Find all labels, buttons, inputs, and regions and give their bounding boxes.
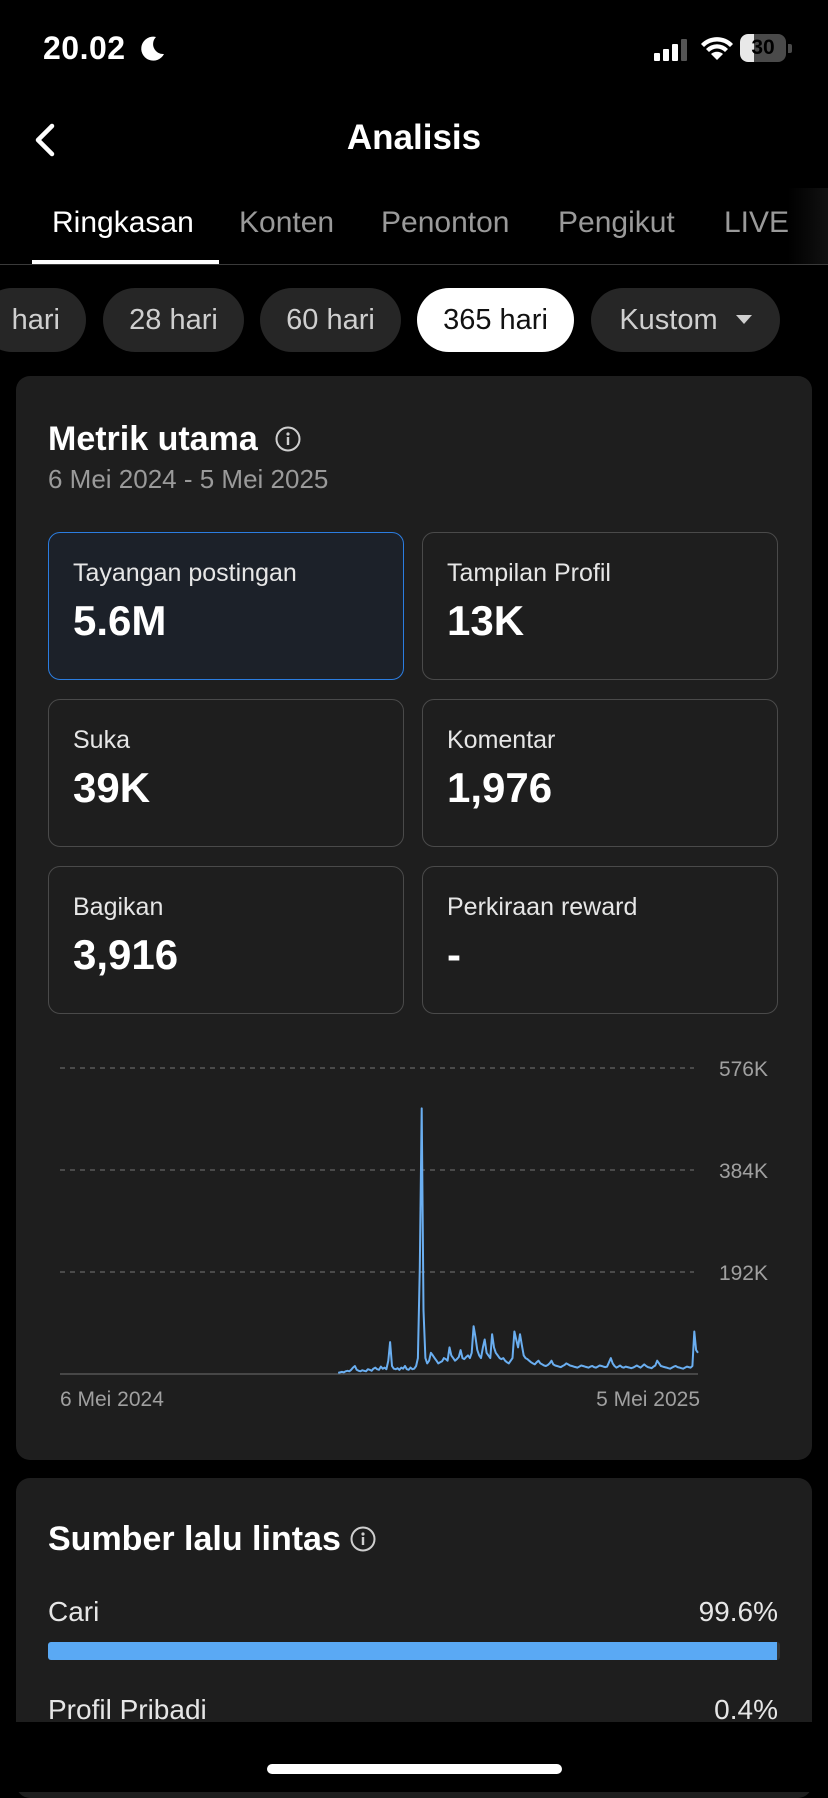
chart-series-line bbox=[337, 1107, 699, 1374]
wifi-icon bbox=[701, 37, 733, 60]
tab-live[interactable]: LIVE bbox=[724, 206, 789, 240]
status-bar: 20.02 30 bbox=[0, 0, 828, 100]
moon-icon bbox=[141, 36, 164, 61]
chip-7-hari[interactable]: hari bbox=[0, 288, 86, 352]
cellular-signal-icon bbox=[654, 39, 687, 61]
chip-60-hari[interactable]: 60 hari bbox=[260, 288, 401, 352]
chip-28-hari[interactable]: 28 hari bbox=[103, 288, 244, 352]
y-axis-tick-label: 192K bbox=[719, 1262, 768, 1285]
traffic-source-label: Cari bbox=[48, 1596, 100, 1627]
y-axis-tick-label: 576K bbox=[719, 1058, 768, 1081]
tab-pengikut[interactable]: Pengikut bbox=[558, 206, 675, 240]
tab-ringkasan[interactable]: Ringkasan bbox=[52, 206, 194, 240]
battery-icon: 30 bbox=[740, 34, 792, 64]
battery-level-text: 30 bbox=[751, 36, 775, 59]
chip-365-hari[interactable]: 365 hari bbox=[417, 288, 574, 352]
page-title: Analisis bbox=[346, 118, 482, 157]
traffic-source-bar-fill bbox=[48, 1642, 778, 1660]
tab-konten[interactable]: Konten bbox=[239, 206, 334, 240]
home-indicator[interactable] bbox=[267, 1764, 562, 1774]
status-time: 20.02 bbox=[43, 30, 126, 66]
info-icon[interactable] bbox=[350, 1526, 376, 1552]
active-tab-indicator bbox=[32, 260, 219, 264]
date-range-chips: hari 28 hari 60 hari 365 hari Kustom bbox=[0, 288, 828, 354]
traffic-source-percent: 99.6% bbox=[698, 1596, 778, 1627]
tab-bar: Ringkasan Konten Penonton Pengikut LIVE bbox=[0, 188, 828, 265]
tab-penonton[interactable]: Penonton bbox=[381, 206, 509, 240]
traffic-source-bar bbox=[48, 1642, 780, 1660]
caret-down-icon bbox=[735, 314, 752, 324]
x-axis-start-label: 6 Mei 2024 bbox=[60, 1388, 164, 1411]
chip-kustom[interactable]: Kustom bbox=[591, 288, 780, 352]
y-axis-tick-label: 384K bbox=[719, 1160, 768, 1183]
traffic-card-title: Sumber lalu lintas bbox=[48, 1520, 341, 1558]
views-line-chart: 576K 384K 192K 6 Mei 2024 5 Mei 2025 bbox=[60, 1058, 768, 1411]
metrics-card: Metrik utama 6 Mei 2024 - 5 Mei 2025 Tay… bbox=[16, 376, 812, 1460]
x-axis-end-label: 5 Mei 2025 bbox=[596, 1388, 700, 1411]
